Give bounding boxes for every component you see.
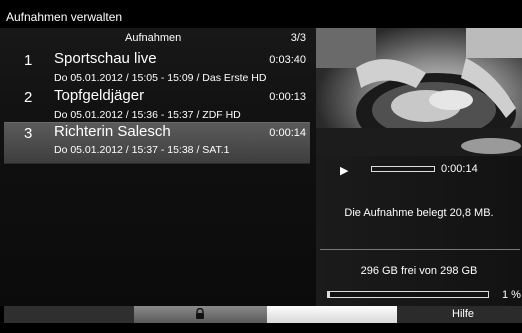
bottom-edge [0,323,522,333]
help-button[interactable]: Hilfe [397,306,522,323]
red-button[interactable] [4,306,134,323]
disk-usage-percent: 1 % [502,289,521,301]
item-info: Do 05.01.2012 / 15:05 - 15:09 / Das Erst… [54,72,267,84]
list-item[interactable]: 1 Sportschau live 0:03:40 Do 05.01.2012 … [4,50,310,90]
recordings-list: Aufnahmen 3/3 1 Sportschau live 0:03:40 … [0,28,316,306]
divider [320,249,520,250]
item-duration: 0:00:14 [269,127,306,139]
window-title: Aufnahmen verwalten [6,10,123,24]
item-number: 3 [24,125,33,142]
item-name: Sportschau live [54,50,157,67]
disk-usage-fill [328,292,330,297]
list-item[interactable]: 2 Topfgeldjäger 0:00:13 Do 05.01.2012 / … [4,87,310,127]
item-number: 1 [24,52,33,69]
list-count: 3/3 [290,32,306,44]
preview-image [316,28,522,156]
playback-progress-bar[interactable] [371,166,435,172]
list-header: Aufnahmen 3/3 [0,32,316,48]
disk-usage-bar [327,291,489,298]
list-item-selected[interactable]: 3 Richterin Salesch 0:00:14 Do 05.01.201… [4,122,310,164]
yellow-button[interactable] [267,306,397,323]
item-name: Richterin Salesch [54,123,171,140]
item-info: Do 05.01.2012 / 15:36 - 15:37 / ZDF HD [54,109,241,121]
footer-bar: Hilfe [0,306,522,323]
item-duration: 0:00:13 [269,91,306,103]
title-bar: Aufnahmen verwalten [0,0,522,28]
item-info: Do 05.01.2012 / 15:37 - 15:38 / SAT.1 [54,144,230,156]
item-name: Topfgeldjäger [54,87,145,104]
item-duration: 0:03:40 [269,54,306,66]
list-header-title: Aufnahmen [125,32,182,44]
playback-time: 0:00:14 [441,163,478,175]
help-label: Hilfe [452,308,475,320]
green-button[interactable] [134,306,267,323]
recording-size-text: Die Aufnahme belegt 20,8 MB. [344,207,494,219]
video-preview [316,28,522,156]
lock-icon [196,308,204,319]
disk-free-text: 296 GB frei von 298 GB [360,265,478,277]
item-number: 2 [24,89,33,106]
play-icon[interactable]: ▶ [340,164,348,177]
